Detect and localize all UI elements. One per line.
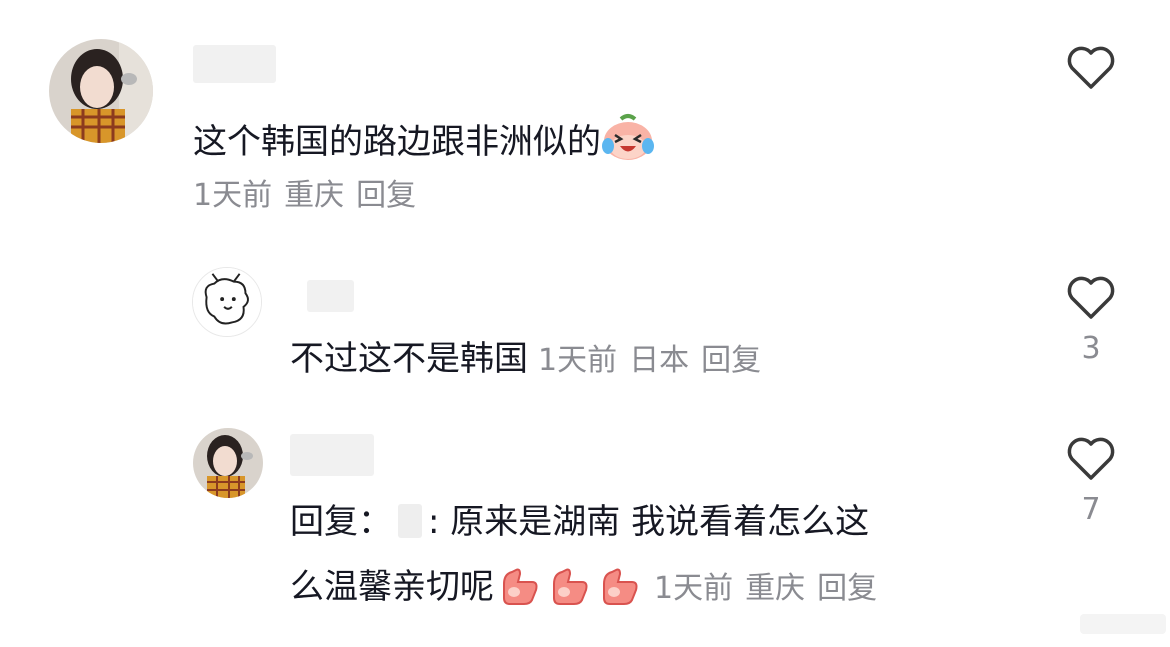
mention-redacted[interactable] [398, 504, 422, 538]
heart-outline-icon [1067, 437, 1115, 480]
reply-button[interactable]: 回复 [817, 571, 877, 606]
reply-location: 日本 [629, 343, 690, 378]
laughing-crying-peach-emoji [601, 113, 655, 161]
reply-meta: 1天前 日本 回复 [538, 343, 773, 378]
reply-button[interactable]: 回复 [356, 178, 416, 213]
reply-meta: 1天前 重庆 回复 [654, 571, 889, 606]
like-button[interactable]: 3 [1064, 273, 1118, 367]
avatar[interactable] [49, 39, 153, 143]
reply-prefix: 回复 [290, 502, 358, 542]
username-redacted[interactable] [290, 434, 374, 476]
reply-line: 回复：: 原来是湖南 我说看着怎么这 [290, 502, 869, 542]
reply-location: 重庆 [745, 571, 806, 606]
reply-line: 么温馨亲切呢 1天前 重庆 回复 [290, 566, 889, 609]
username-redacted[interactable] [307, 280, 354, 312]
reply-body: 不过这不是韩国 [290, 339, 528, 379]
like-button[interactable]: 7 [1064, 434, 1118, 528]
reply-time: 1天前 [654, 571, 734, 606]
comment-location: 重庆 [284, 178, 345, 213]
avatar[interactable] [193, 428, 263, 498]
reply-button[interactable]: 回复 [701, 343, 761, 378]
reply-separator: ： [358, 502, 392, 542]
peach-thumbs-up-emoji [594, 566, 644, 606]
heart-outline-icon [1067, 276, 1115, 319]
peach-thumbs-up-emoji [544, 566, 594, 606]
reply-body-continued: 么温馨亲切呢 [290, 567, 494, 607]
reply-colon: : [428, 502, 440, 542]
comment-body: 这个韩国的路边跟非洲似的 [193, 122, 601, 162]
peach-thumbs-up-emoji [494, 566, 544, 606]
reply-body: 原来是湖南 我说看着怎么这 [450, 502, 870, 542]
reply-line: 不过这不是韩国 1天前 日本 回复 [290, 339, 773, 381]
like-count: 3 [1081, 331, 1101, 366]
comment-text: 这个韩国的路边跟非洲似的 [193, 113, 655, 162]
comment-meta: 1天前 重庆 回复 [193, 176, 428, 216]
reply-time: 1天前 [538, 343, 618, 378]
username-redacted[interactable] [193, 45, 276, 83]
like-count: 7 [1081, 492, 1101, 527]
watermark [1080, 614, 1166, 634]
comment-time: 1天前 [193, 178, 273, 213]
avatar[interactable] [192, 267, 262, 337]
like-button[interactable] [1064, 43, 1118, 91]
heart-outline-icon [1067, 46, 1115, 89]
